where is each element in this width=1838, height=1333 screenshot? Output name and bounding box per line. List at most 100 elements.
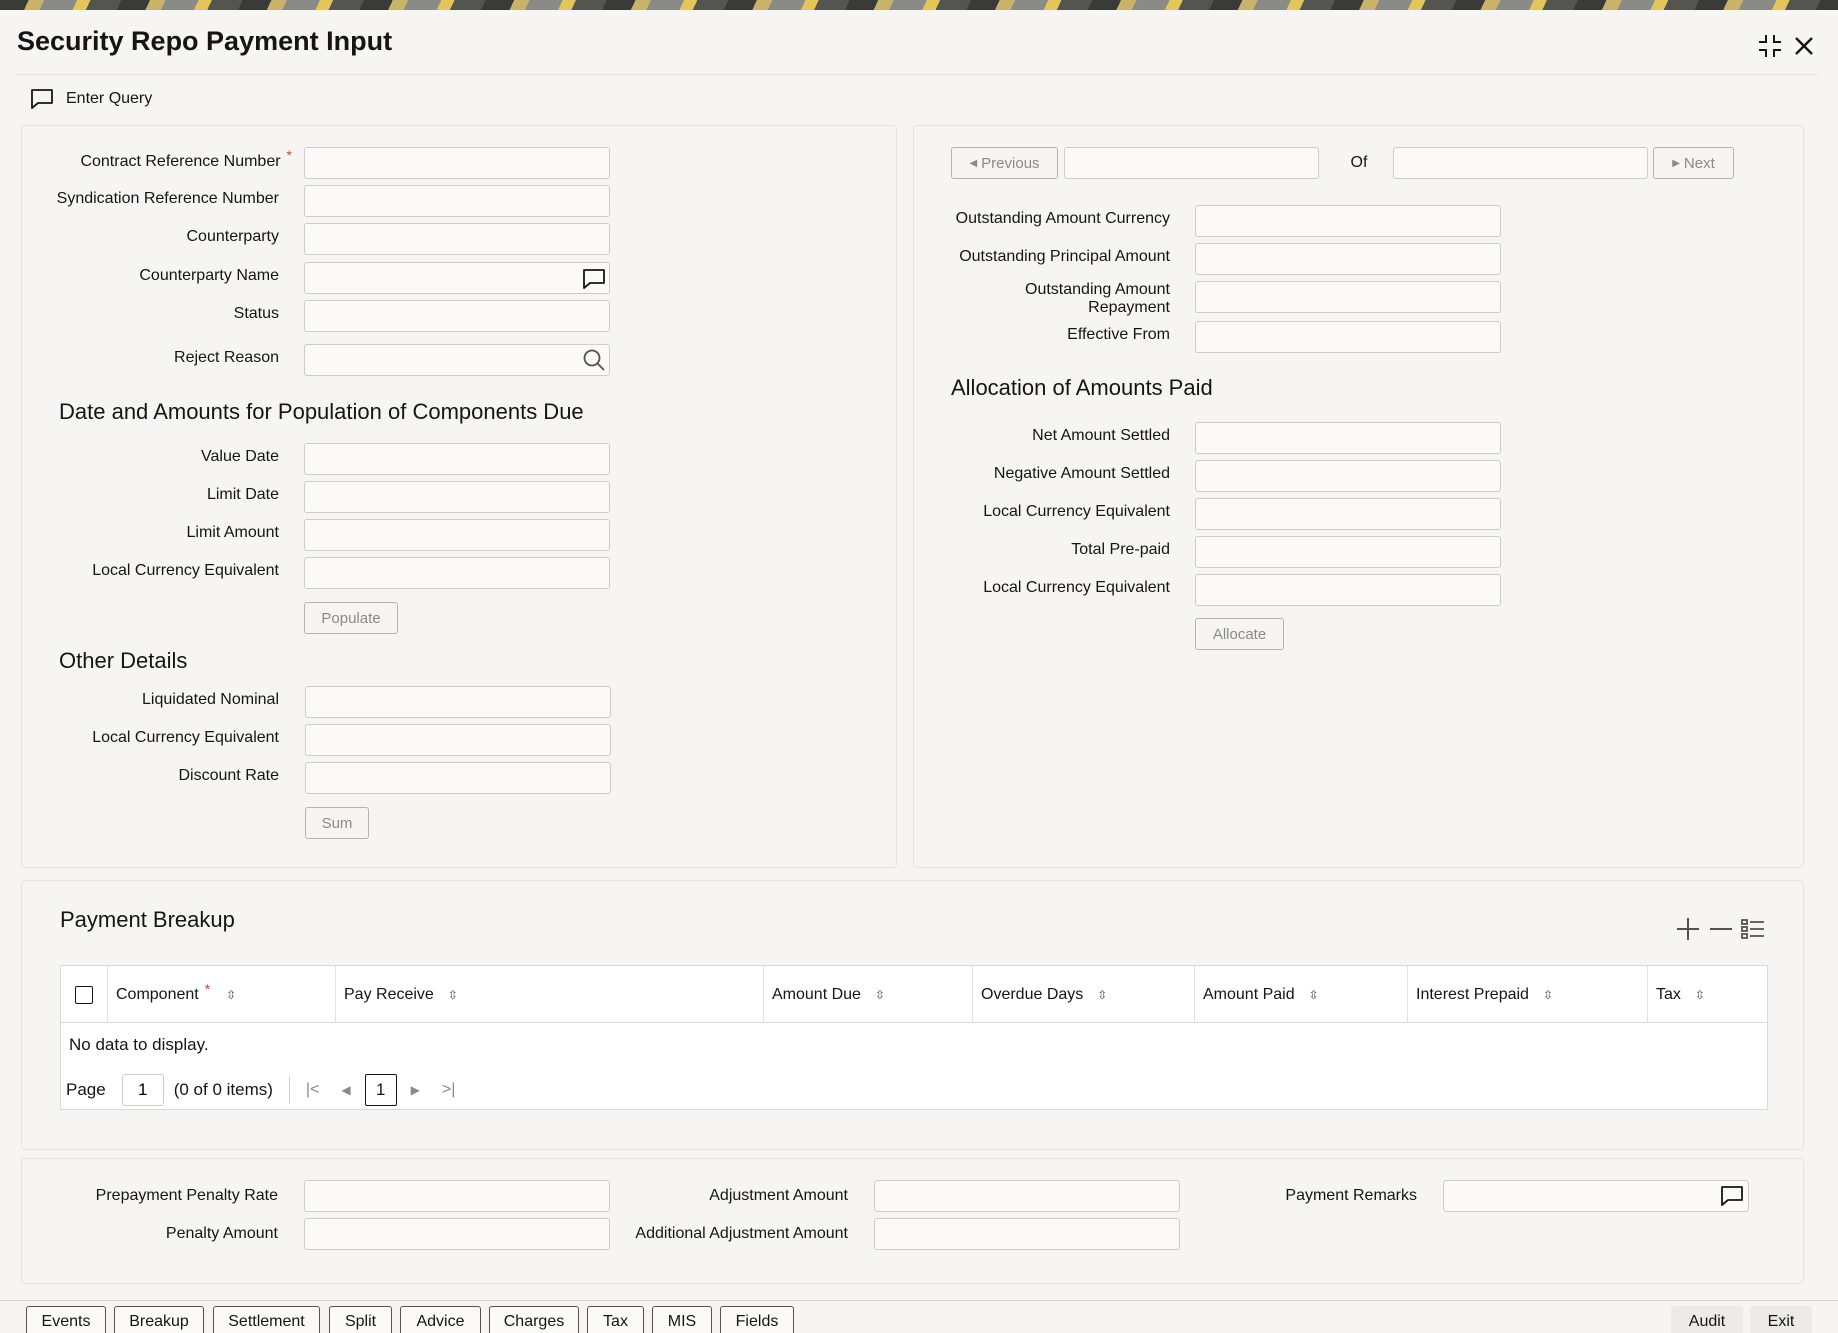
discount-rate-input[interactable] xyxy=(305,762,611,794)
column-header-amount-paid[interactable]: Amount Paid ⇳ xyxy=(1195,966,1408,1023)
status-input[interactable] xyxy=(304,300,610,332)
limit-amount-input[interactable] xyxy=(304,519,610,551)
enter-query-button[interactable]: Enter Query xyxy=(30,88,152,110)
column-header-amount-due[interactable]: Amount Due ⇳ xyxy=(764,966,973,1023)
net-settled-input[interactable] xyxy=(1195,422,1501,454)
lce-label: Local Currency Equivalent xyxy=(92,562,279,579)
charges-button[interactable]: Charges xyxy=(489,1306,579,1333)
advice-button[interactable]: Advice xyxy=(400,1306,481,1333)
sort-icon[interactable]: ⇳ xyxy=(448,988,458,1002)
header-banner xyxy=(0,0,1838,10)
current-record-input[interactable] xyxy=(1064,147,1319,179)
lce-label: Local Currency Equivalent xyxy=(983,579,1170,596)
negative-settled-label: Negative Amount Settled xyxy=(993,465,1170,482)
sort-icon[interactable]: ⇳ xyxy=(1097,988,1107,1002)
payment-breakup-heading: Payment Breakup xyxy=(60,907,235,932)
caret-left-icon: ◀ xyxy=(969,157,978,169)
events-button[interactable]: Events xyxy=(26,1306,106,1333)
delete-row-icon[interactable] xyxy=(1708,916,1734,942)
no-data-message: No data to display. xyxy=(69,1035,209,1054)
add-row-icon[interactable] xyxy=(1675,916,1701,942)
list-view-icon[interactable] xyxy=(1740,916,1766,942)
total-prepaid-input[interactable] xyxy=(1195,536,1501,568)
minimize-icon[interactable] xyxy=(1756,32,1784,60)
sort-icon[interactable]: ⇳ xyxy=(875,988,885,1002)
lce-input[interactable] xyxy=(1195,574,1501,606)
lce-input[interactable] xyxy=(305,724,611,756)
date-amounts-heading: Date and Amounts for Population of Compo… xyxy=(59,399,584,424)
page-number-input[interactable] xyxy=(121,1074,164,1106)
outstanding-currency-input[interactable] xyxy=(1195,205,1501,237)
mis-button[interactable]: MIS xyxy=(652,1306,712,1333)
limit-date-input[interactable] xyxy=(304,481,610,513)
contract-ref-label: Contract Reference Number * xyxy=(80,147,292,170)
close-icon[interactable] xyxy=(1790,32,1818,60)
column-header-pay-receive[interactable]: Pay Receive ⇳ xyxy=(336,966,764,1023)
effective-from-label: Effective From xyxy=(1067,326,1170,343)
search-icon[interactable] xyxy=(582,348,606,372)
fields-button[interactable]: Fields xyxy=(720,1306,794,1333)
effective-from-input[interactable] xyxy=(1195,321,1501,353)
next-page-icon[interactable]: ▶ xyxy=(411,1083,420,1097)
syndication-ref-input[interactable] xyxy=(304,185,610,217)
select-all-checkbox[interactable] xyxy=(75,985,93,1004)
contract-ref-input[interactable] xyxy=(304,147,610,179)
counterparty-input[interactable] xyxy=(304,223,610,255)
select-all-cell xyxy=(61,966,108,1023)
settlement-button[interactable]: Settlement xyxy=(213,1306,320,1333)
counterparty-name-input[interactable] xyxy=(304,262,610,294)
comment-icon[interactable] xyxy=(1720,1185,1744,1207)
comment-icon[interactable] xyxy=(582,268,606,290)
populate-button[interactable]: Populate xyxy=(304,602,398,634)
payment-remarks-label: Payment Remarks xyxy=(1285,1187,1417,1204)
exit-button[interactable]: Exit xyxy=(1750,1306,1812,1333)
limit-date-label: Limit Date xyxy=(206,486,279,503)
tax-button[interactable]: Tax xyxy=(587,1306,644,1333)
allocate-button[interactable]: Allocate xyxy=(1195,618,1284,650)
previous-button[interactable]: ◀ Previous xyxy=(951,147,1058,179)
sum-button[interactable]: Sum xyxy=(305,807,369,839)
total-records-input[interactable] xyxy=(1393,147,1648,179)
value-date-input[interactable] xyxy=(304,443,610,475)
prev-page-icon[interactable]: ◀ xyxy=(341,1083,350,1097)
required-marker: * xyxy=(204,980,211,997)
column-header-tax[interactable]: Tax ⇳ xyxy=(1648,966,1767,1023)
sort-icon[interactable]: ⇳ xyxy=(226,988,236,1002)
pager-divider xyxy=(288,1076,290,1104)
limit-amount-label: Limit Amount xyxy=(186,524,279,541)
breakup-button[interactable]: Breakup xyxy=(114,1306,204,1333)
additional-adjustment-input[interactable] xyxy=(874,1218,1180,1250)
chat-icon xyxy=(31,89,53,109)
last-page-icon[interactable]: >| xyxy=(442,1081,456,1099)
column-header-interest-prepaid[interactable]: Interest Prepaid ⇳ xyxy=(1408,966,1648,1023)
column-header-overdue-days[interactable]: Overdue Days ⇳ xyxy=(973,966,1195,1023)
first-page-icon[interactable]: |< xyxy=(306,1081,320,1099)
adjustment-amount-input[interactable] xyxy=(874,1180,1180,1212)
reject-reason-input[interactable] xyxy=(304,344,610,376)
title-divider xyxy=(17,74,1818,75)
outstanding-principal-input[interactable] xyxy=(1195,243,1501,275)
total-prepaid-label: Total Pre-paid xyxy=(1071,541,1170,558)
counterparty-name-label: Counterparty Name xyxy=(139,267,279,284)
prepayment-penalty-rate-input[interactable] xyxy=(304,1180,610,1212)
lce-input[interactable] xyxy=(1195,498,1501,530)
liquidated-nominal-input[interactable] xyxy=(305,686,611,718)
contract-details-panel: Contract Reference Number * Syndication R… xyxy=(21,125,897,868)
page-label: Page xyxy=(66,1080,106,1099)
penalty-amount-input[interactable] xyxy=(304,1218,610,1250)
current-page-button[interactable]: 1 xyxy=(364,1074,397,1106)
negative-settled-input[interactable] xyxy=(1195,460,1501,492)
audit-button[interactable]: Audit xyxy=(1671,1306,1743,1333)
sort-icon[interactable]: ⇳ xyxy=(1543,988,1553,1002)
next-button[interactable]: ▶ Next xyxy=(1653,147,1734,179)
outstanding-repayment-input[interactable] xyxy=(1195,281,1501,313)
split-button[interactable]: Split xyxy=(329,1306,392,1333)
payment-remarks-input[interactable] xyxy=(1443,1180,1749,1212)
column-header-component[interactable]: Component * ⇳ xyxy=(108,966,336,1023)
sort-icon[interactable]: ⇳ xyxy=(1695,988,1705,1002)
reject-reason-label: Reject Reason xyxy=(174,349,279,366)
lce-input[interactable] xyxy=(304,557,610,589)
counterparty-label: Counterparty xyxy=(186,228,280,245)
sort-icon[interactable]: ⇳ xyxy=(1309,988,1319,1002)
footer-toolbar: Events Breakup Settlement Split Advice C… xyxy=(0,1300,1838,1333)
